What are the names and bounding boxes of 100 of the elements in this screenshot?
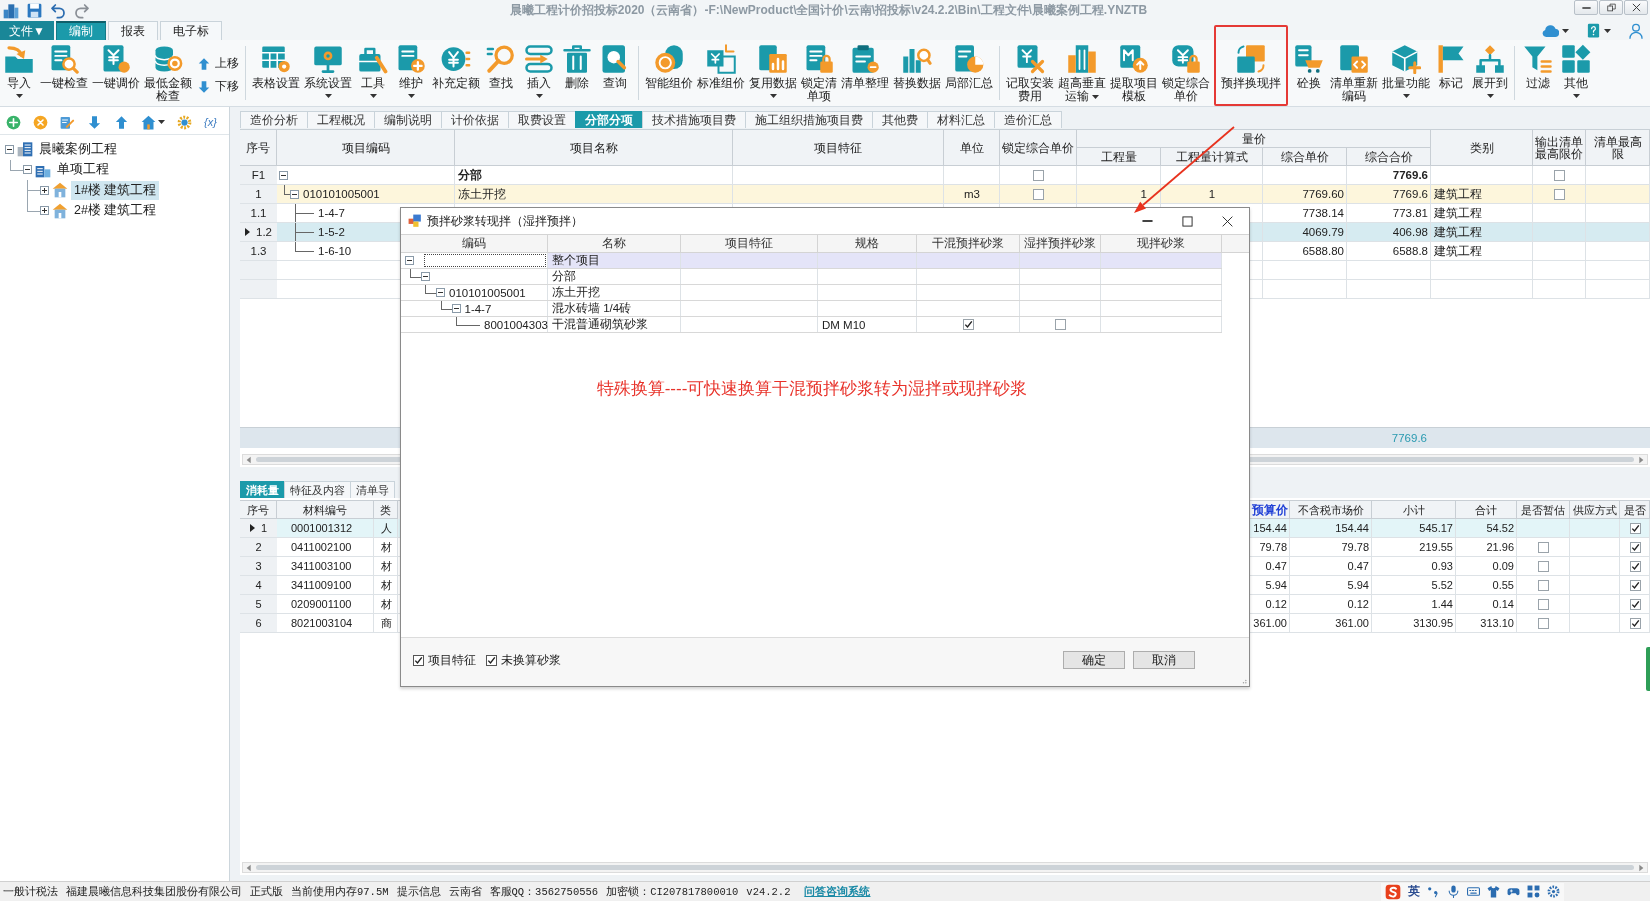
table-row[interactable]: 分部 bbox=[401, 269, 1222, 285]
checkbox[interactable] bbox=[1538, 579, 1549, 591]
ribbon-button[interactable]: 提取项目 模板 bbox=[1108, 43, 1160, 105]
edit-icon[interactable] bbox=[60, 114, 75, 130]
checkbox[interactable] bbox=[963, 319, 974, 330]
settings-icon[interactable] bbox=[177, 114, 192, 130]
gamepad-icon[interactable] bbox=[1507, 885, 1520, 898]
checkbox[interactable] bbox=[1554, 188, 1565, 200]
tab[interactable]: 技术措施项目费 bbox=[642, 111, 746, 128]
close-button[interactable] bbox=[1624, 0, 1648, 15]
user-icon[interactable] bbox=[1628, 22, 1644, 39]
plus-box-icon[interactable] bbox=[40, 185, 49, 195]
ribbon-button[interactable]: 导入 bbox=[0, 43, 38, 105]
file-menu-button[interactable]: 文件▼ bbox=[0, 21, 54, 40]
undo-icon[interactable] bbox=[50, 2, 66, 19]
table-row[interactable]: F1 分部 7769.6 bbox=[240, 166, 1650, 185]
ribbon-button[interactable]: 补充定额 bbox=[430, 43, 482, 105]
checkbox[interactable] bbox=[413, 654, 424, 666]
logo-icon[interactable] bbox=[1385, 883, 1401, 900]
save-icon[interactable] bbox=[27, 3, 42, 18]
tab[interactable]: 造价分析 bbox=[240, 111, 308, 128]
menu-tab[interactable]: 电子标 bbox=[159, 21, 222, 40]
table-row[interactable]: 1 010101005001 冻土开挖 m3 1 1 7769.60 7769.6 建筑工程 bbox=[240, 185, 1650, 204]
horizontal-scrollbar[interactable] bbox=[242, 862, 1648, 873]
ribbon-button[interactable]: 删除 bbox=[558, 43, 596, 105]
ribbon-button[interactable]: 上移 bbox=[197, 55, 239, 72]
keyboard-icon[interactable] bbox=[1467, 885, 1480, 898]
ribbon-button[interactable]: 锁定清 单项 bbox=[799, 43, 839, 105]
checkbox-label[interactable]: 未换算砂浆 bbox=[501, 652, 561, 668]
minus-box-icon[interactable] bbox=[436, 288, 445, 297]
tab[interactable]: 取费设置 bbox=[508, 111, 576, 128]
variables-button[interactable]: {x} bbox=[204, 116, 217, 128]
ribbon-button[interactable]: 标记 bbox=[1432, 43, 1470, 105]
tab[interactable]: 材料汇总 bbox=[927, 111, 995, 128]
bar-chart-icon[interactable] bbox=[3, 2, 19, 19]
checkbox[interactable] bbox=[1055, 319, 1066, 330]
tab[interactable]: 其他费 bbox=[872, 111, 928, 128]
minus-box-icon[interactable] bbox=[279, 170, 288, 180]
checkbox[interactable] bbox=[1629, 522, 1641, 534]
ribbon-button[interactable]: 局部汇总 bbox=[943, 43, 995, 105]
caret-icon[interactable] bbox=[1604, 28, 1611, 33]
menu-tab[interactable]: 报表 bbox=[107, 21, 158, 40]
ribbon-button[interactable]: 批量功能 bbox=[1380, 43, 1432, 105]
checkbox[interactable] bbox=[1538, 617, 1549, 629]
ribbon-button[interactable]: 下移 bbox=[197, 78, 239, 95]
ribbon-button[interactable]: 标准组价 bbox=[695, 43, 747, 105]
ribbon-button[interactable]: 系统设置 bbox=[302, 43, 354, 105]
dialog-button[interactable]: 取消 bbox=[1133, 651, 1195, 669]
table-row[interactable]: 1-4-7 混水砖墙 1/4砖 bbox=[401, 301, 1222, 317]
restore-button[interactable] bbox=[1599, 0, 1623, 15]
tab[interactable]: 工程概况 bbox=[307, 111, 375, 128]
ribbon-button[interactable]: 清单整理 bbox=[839, 43, 891, 105]
ribbon-button[interactable]: 工具 bbox=[354, 43, 392, 105]
tab[interactable]: 特征及内容 bbox=[284, 481, 351, 498]
tree-item[interactable]: 晨曦案例工程 bbox=[36, 139, 120, 159]
checkbox[interactable] bbox=[1629, 598, 1641, 610]
help-link[interactable]: 问答咨询系统 bbox=[804, 884, 871, 899]
shirt-icon[interactable] bbox=[1487, 885, 1500, 898]
table-row[interactable]: 8001004303 干混普通砌筑砂浆 DM M10 bbox=[401, 317, 1222, 333]
checkbox[interactable] bbox=[1538, 560, 1549, 572]
tree-item[interactable]: 单项工程 bbox=[53, 160, 112, 180]
ribbon-button[interactable]: 智能组价 bbox=[643, 43, 695, 105]
ribbon-button[interactable]: 过滤 bbox=[1519, 43, 1557, 105]
ribbon-button[interactable]: 查询 bbox=[596, 43, 634, 105]
redo-icon[interactable] bbox=[74, 2, 90, 19]
ribbon-button[interactable]: 查找 bbox=[482, 43, 520, 105]
ribbon-button[interactable]: 复用数据 bbox=[747, 43, 799, 105]
dialog-button[interactable]: 确定 bbox=[1063, 651, 1125, 669]
checkbox[interactable] bbox=[1629, 560, 1641, 572]
caret-icon[interactable] bbox=[158, 120, 165, 124]
table-row[interactable]: 整个项目 bbox=[401, 253, 1222, 269]
tab[interactable]: 施工组织措施项目费 bbox=[745, 111, 873, 128]
ribbon-button[interactable]: 一键调价 bbox=[90, 43, 142, 105]
microphone-icon[interactable] bbox=[1447, 885, 1460, 898]
ribbon-button[interactable]: 一键检查 bbox=[38, 43, 90, 105]
settings-icon[interactable] bbox=[1547, 885, 1560, 898]
punctuation-icon[interactable] bbox=[1427, 885, 1440, 898]
ribbon-button[interactable]: 替换数据 bbox=[891, 43, 943, 105]
table-row[interactable]: 010101005001 冻土开挖 bbox=[401, 285, 1222, 301]
caret-icon[interactable] bbox=[1562, 28, 1569, 33]
checkbox-label[interactable]: 项目特征 bbox=[428, 652, 476, 668]
tab[interactable]: 清单导 bbox=[350, 481, 395, 498]
checkbox[interactable] bbox=[1629, 541, 1641, 553]
checkbox[interactable] bbox=[1538, 541, 1549, 553]
plus-box-icon[interactable] bbox=[40, 206, 49, 216]
checkbox[interactable] bbox=[1554, 169, 1565, 181]
ribbon-button[interactable]: 展开到 bbox=[1470, 43, 1510, 105]
minus-box-icon[interactable] bbox=[22, 165, 32, 175]
tree-item[interactable]: 2#楼 建筑工程 bbox=[71, 201, 160, 221]
ribbon-button[interactable]: 清单重新 编码 bbox=[1328, 43, 1380, 105]
tab[interactable]: 编制说明 bbox=[374, 111, 442, 128]
ribbon-button[interactable]: 记取安装 费用 bbox=[1004, 43, 1056, 105]
checkbox[interactable] bbox=[1629, 617, 1641, 629]
ribbon-button[interactable]: 预拌换现拌 bbox=[1219, 43, 1283, 105]
checkbox[interactable] bbox=[1033, 169, 1044, 181]
checkbox[interactable] bbox=[1538, 598, 1549, 610]
ribbon-button[interactable]: 插入 bbox=[520, 43, 558, 105]
minus-box-icon[interactable] bbox=[405, 256, 414, 265]
checkbox[interactable] bbox=[1629, 579, 1641, 591]
arrow-up-icon[interactable] bbox=[114, 114, 129, 130]
